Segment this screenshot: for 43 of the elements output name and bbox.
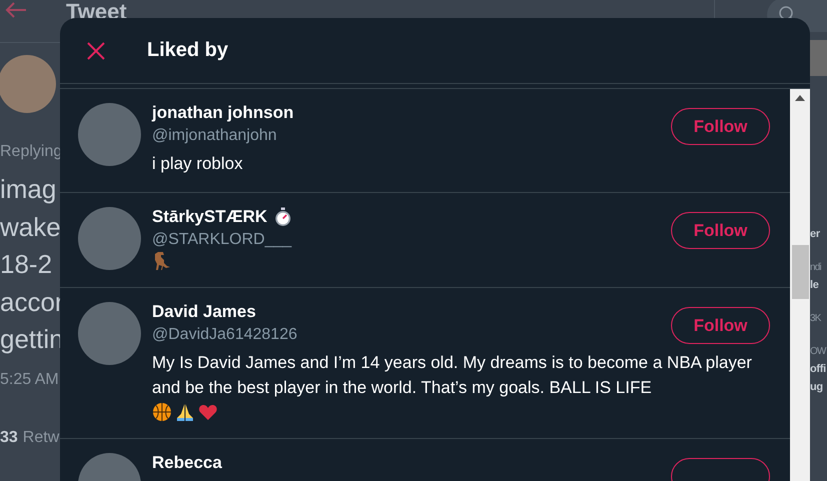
profile-photo <box>810 40 827 76</box>
sidebar-text: 3K <box>810 313 822 324</box>
stopwatch-icon <box>273 207 294 227</box>
scrollbar[interactable] <box>790 89 810 481</box>
dialog-title: Liked by <box>147 39 228 62</box>
sidebar-text: ug <box>810 381 824 393</box>
user-name[interactable]: StārkySTÆRK <box>152 207 268 227</box>
user-name[interactable]: Rebecca <box>152 453 222 473</box>
follow-button[interactable]: Follow <box>671 212 770 249</box>
user-bio: My Is David James and I’m 14 years old. My dreams is to become a NBA player and be the best player in the world. That’s my goals. BALL IS LIFE <box>152 352 752 399</box>
user-handle: @STARKLORD___ <box>152 231 293 249</box>
avatar-photo <box>0 55 56 113</box>
user-handle: @imjonathanjohn <box>152 127 278 145</box>
sidebar-text: er <box>810 228 821 240</box>
sidebar-text: le <box>810 279 820 291</box>
close-icon <box>87 42 105 60</box>
user-bio: i play roblox <box>152 153 244 175</box>
basketball-icon <box>152 402 172 422</box>
tweet-text-line: 18-2 <box>0 248 54 281</box>
user-name[interactable]: jonathan johnson <box>152 103 294 123</box>
retweet-count: 33 <box>0 428 18 446</box>
user-row[interactable]: David James @DavidJa61428126 Follow My Is David James and I’m 14 years old. My dreams is to become a NBA player and be the best player in the world. That’s my goals. BALL IS LIFE <box>60 288 790 439</box>
scroll-thumb[interactable] <box>792 245 809 299</box>
tweet-text-line: wake <box>0 210 60 244</box>
praying-hands-icon <box>175 402 195 422</box>
tweet-time: 5:25 AM <box>0 370 60 388</box>
user-row[interactable]: jonathan johnson @imjonathanjohn Follow i play roblox <box>60 89 790 193</box>
follow-button[interactable]: Follow <box>671 108 770 145</box>
scroll-up-icon[interactable] <box>795 95 805 101</box>
user-handle: @DavidJa61428126 <box>152 326 298 344</box>
sidebar-text: ndi <box>810 262 822 273</box>
retweet-label: Retw <box>22 428 60 446</box>
sidebar-text: offi <box>810 363 827 375</box>
follow-button[interactable]: Follow <box>671 307 770 344</box>
sidebar-text: OW <box>810 346 827 357</box>
user-row[interactable]: Rebecca <box>60 439 790 481</box>
user-name[interactable]: David James <box>152 302 256 322</box>
tweet-text-line: imag <box>0 173 58 206</box>
user-row[interactable]: StārkySTÆRK @STARKLORD___ Follow <box>60 193 790 288</box>
dinosaur-icon <box>152 251 172 271</box>
replying-label: Replying <box>0 143 60 161</box>
heart-icon <box>198 402 218 422</box>
tweet-text-line: accor <box>0 286 60 318</box>
